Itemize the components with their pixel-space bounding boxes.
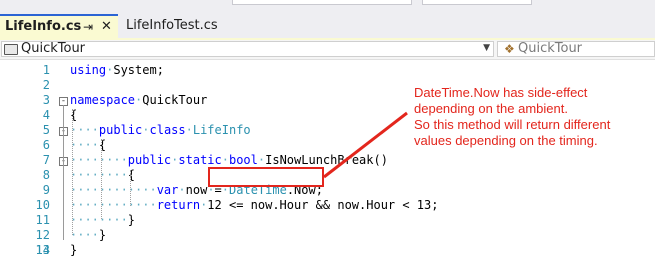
annotation-line: depending on the ambient. bbox=[414, 101, 568, 116]
annotation-line: values depending on the timing. bbox=[414, 133, 598, 148]
annotation-line: So this method will return different bbox=[414, 117, 611, 132]
annotation-line: DateTime.Now has side-effect bbox=[414, 85, 588, 100]
arrow-line bbox=[323, 111, 408, 179]
annotation-text: DateTime.Now has side-effect depending o… bbox=[414, 85, 654, 149]
